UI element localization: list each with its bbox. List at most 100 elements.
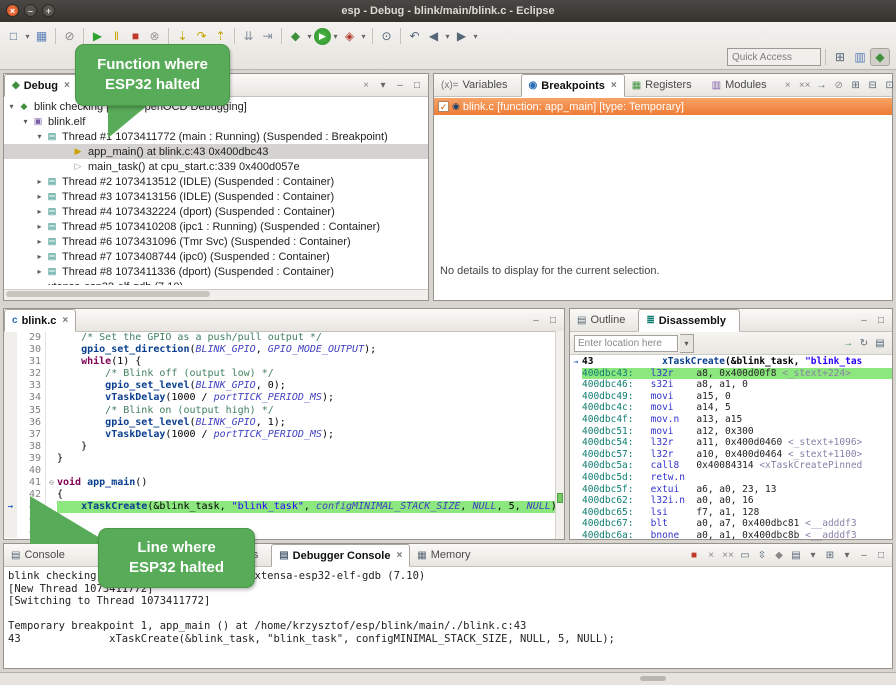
tab-disassembly[interactable]: ≣ Disassembly bbox=[638, 309, 740, 332]
tab-debug[interactable]: ◆ Debug × bbox=[4, 74, 78, 97]
maximize-icon[interactable]: □ bbox=[545, 312, 561, 328]
link-with-debug-icon[interactable]: ⊡ bbox=[882, 77, 896, 93]
expander-icon[interactable]: ▸ bbox=[34, 192, 45, 201]
gutter-annotation-icon[interactable] bbox=[4, 380, 17, 392]
gutter-annotation-icon[interactable] bbox=[4, 368, 17, 380]
collapse-all-icon[interactable]: ⊟ bbox=[865, 77, 881, 93]
toolbar-separator[interactable] bbox=[55, 28, 56, 44]
code-line[interactable]: 36 gpio_set_level(BLINK_GPIO, 1); bbox=[4, 417, 564, 429]
line-number[interactable]: 33 bbox=[17, 380, 46, 392]
debug-tree-row[interactable]: ▸ ▤ Thread #4 1073432224 (dport) (Suspen… bbox=[4, 204, 428, 219]
fold-icon[interactable] bbox=[46, 465, 57, 477]
toolbar-separator[interactable] bbox=[400, 28, 401, 44]
search-icon[interactable]: ⊙ bbox=[377, 26, 396, 46]
tab-close-icon[interactable]: × bbox=[62, 315, 68, 326]
disassembly-row[interactable]: 400dbc43: l32r a8, 0x400d00f8 <_stext+22… bbox=[570, 368, 892, 380]
line-number[interactable]: 31 bbox=[17, 356, 46, 368]
expander-icon[interactable]: ▸ bbox=[34, 267, 45, 276]
open-perspective-icon[interactable]: ⊞ bbox=[830, 48, 850, 66]
quick-access-input[interactable] bbox=[727, 48, 821, 66]
forward-dropdown-icon[interactable]: ▾ bbox=[471, 26, 480, 46]
instruction-stepping-icon[interactable]: ⇥ bbox=[258, 26, 277, 46]
location-dropdown-icon[interactable]: ▾ bbox=[680, 334, 694, 353]
save-icon[interactable]: ▦ bbox=[32, 26, 51, 46]
location-input[interactable] bbox=[574, 335, 678, 352]
disassembly-listing[interactable]: → 43 xTaskCreate(&blink_task, "blink_tas… bbox=[570, 355, 892, 541]
code-line[interactable]: 38 } bbox=[4, 441, 564, 453]
debug-tree-row[interactable]: ▸ ▤ Thread #6 1073431096 (Tmr Svc) (Susp… bbox=[4, 234, 428, 249]
overview-marker[interactable] bbox=[557, 493, 563, 503]
gutter-annotation-icon[interactable] bbox=[4, 513, 17, 525]
skip-breakpoints-icon[interactable]: ⊘ bbox=[60, 26, 79, 46]
gutter-annotation-icon[interactable] bbox=[4, 417, 17, 429]
breakpoint-checkbox[interactable]: ✓ bbox=[438, 101, 449, 112]
external-tools-dropdown-icon[interactable]: ▾ bbox=[359, 26, 368, 46]
code-line[interactable]: 30 gpio_set_direction(BLINK_GPIO, GPIO_M… bbox=[4, 344, 564, 356]
code-line[interactable]: 29 /* Set the GPIO as a push/pull output… bbox=[4, 332, 564, 344]
fold-icon[interactable] bbox=[46, 344, 57, 356]
sash-handle[interactable] bbox=[640, 676, 666, 681]
toolbar-separator[interactable] bbox=[281, 28, 282, 44]
minimize-icon[interactable]: – bbox=[392, 77, 408, 93]
run-icon[interactable]: ▶ bbox=[314, 28, 331, 45]
step-over-icon[interactable]: ↷ bbox=[192, 26, 211, 46]
line-number[interactable]: 38 bbox=[17, 441, 46, 453]
disassembly-row[interactable]: 400dbc6a: bnone a0, a1, 0x400dbc8b <__ad… bbox=[570, 530, 892, 541]
remove-all-launches-icon[interactable]: ×× bbox=[720, 547, 736, 563]
debug-tree-row[interactable]: ▸ ▤ Thread #3 1073413156 (IDLE) (Suspend… bbox=[4, 189, 428, 204]
refresh-icon[interactable]: ↻ bbox=[856, 335, 872, 351]
fold-icon[interactable] bbox=[46, 356, 57, 368]
debug-tree-row[interactable]: ▸ ▤ Thread #7 1073408744 (ipc0) (Suspend… bbox=[4, 249, 428, 264]
view-menu-icon[interactable]: ▾ bbox=[375, 77, 391, 93]
expander-icon[interactable]: ▸ bbox=[34, 177, 45, 186]
expander-icon[interactable]: ▾ bbox=[20, 117, 31, 126]
debug-tree-row[interactable]: ▾ ▤ Thread #1 1073411772 (main : Running… bbox=[4, 129, 428, 144]
code-line[interactable]: 35 /* Blink on (output high) */ bbox=[4, 405, 564, 417]
debug-horizontal-scrollbar[interactable] bbox=[4, 289, 428, 300]
line-number[interactable]: 37 bbox=[17, 429, 46, 441]
drop-to-frame-icon[interactable]: ⇊ bbox=[239, 26, 258, 46]
disassembly-row[interactable]: 400dbc4c: movi a14, 5 bbox=[570, 402, 892, 414]
pin-console-icon[interactable]: ◆ bbox=[771, 547, 787, 563]
gutter-annotation-icon[interactable] bbox=[4, 489, 17, 501]
debug-tree-row[interactable]: ▾ ▣ blink.elf bbox=[4, 114, 428, 129]
open-console-icon[interactable]: ⊞ bbox=[822, 547, 838, 563]
fold-icon[interactable] bbox=[46, 392, 57, 404]
debug-tree-row[interactable]: ▸ ▤ Thread #5 1073410208 (ipc1 : Running… bbox=[4, 219, 428, 234]
line-number[interactable]: 35 bbox=[17, 405, 46, 417]
tab-registers[interactable]: ▦ Registers bbox=[625, 74, 705, 96]
expand-all-icon[interactable]: ⊞ bbox=[848, 77, 864, 93]
terminate-icon[interactable]: ■ bbox=[126, 26, 145, 46]
forward-icon[interactable]: ▶ bbox=[452, 26, 471, 46]
remove-all-breakpoints-icon[interactable]: ×× bbox=[797, 77, 813, 93]
new-dropdown-icon[interactable]: ▾ bbox=[23, 26, 32, 46]
gutter-annotation-icon[interactable] bbox=[4, 392, 17, 404]
disassembly-row[interactable]: 400dbc67: blt a0, a7, 0x400dbc81 <__addd… bbox=[570, 518, 892, 530]
code-line[interactable]: 40 bbox=[4, 465, 564, 477]
tab-variables[interactable]: (x)= Variables bbox=[434, 74, 521, 96]
tab-breakpoints[interactable]: ◉ Breakpoints × bbox=[521, 74, 625, 97]
fold-icon[interactable] bbox=[46, 380, 57, 392]
line-number[interactable]: 30 bbox=[17, 344, 46, 356]
line-number[interactable]: 41 bbox=[17, 477, 46, 489]
disassembly-row[interactable]: 400dbc5a: call8 0x40084314 <xTaskCreateP… bbox=[570, 460, 892, 472]
scrollbar-thumb[interactable] bbox=[6, 291, 210, 297]
gutter-annotation-icon[interactable] bbox=[4, 465, 17, 477]
gutter-annotation-icon[interactable] bbox=[4, 356, 17, 368]
skip-all-breakpoints-icon[interactable]: ⊘ bbox=[831, 77, 847, 93]
tab-memory[interactable]: ▦ Memory bbox=[410, 544, 483, 566]
resume-icon[interactable]: ▶ bbox=[88, 26, 107, 46]
run-dropdown-icon[interactable]: ▾ bbox=[331, 26, 340, 46]
gutter-annotation-icon[interactable] bbox=[4, 405, 17, 417]
code-line[interactable]: 41 ⊖ void app_main() bbox=[4, 477, 564, 489]
line-number[interactable]: 36 bbox=[17, 417, 46, 429]
toolbar-separator[interactable] bbox=[234, 28, 235, 44]
open-console-dropdown-icon[interactable]: ▾ bbox=[839, 547, 855, 563]
terminate-icon[interactable]: ■ bbox=[686, 547, 702, 563]
disassembly-row[interactable]: 400dbc5f: extui a6, a0, 23, 13 bbox=[570, 484, 892, 496]
disassembly-row[interactable]: 400dbc49: movi a15, 0 bbox=[570, 391, 892, 403]
fold-icon[interactable] bbox=[46, 332, 57, 344]
maximize-icon[interactable]: □ bbox=[873, 312, 889, 328]
debug-tree-row[interactable]: ▷ main_task() at cpu_start.c:339 0x400d0… bbox=[4, 159, 428, 174]
maximize-icon[interactable]: □ bbox=[409, 77, 425, 93]
